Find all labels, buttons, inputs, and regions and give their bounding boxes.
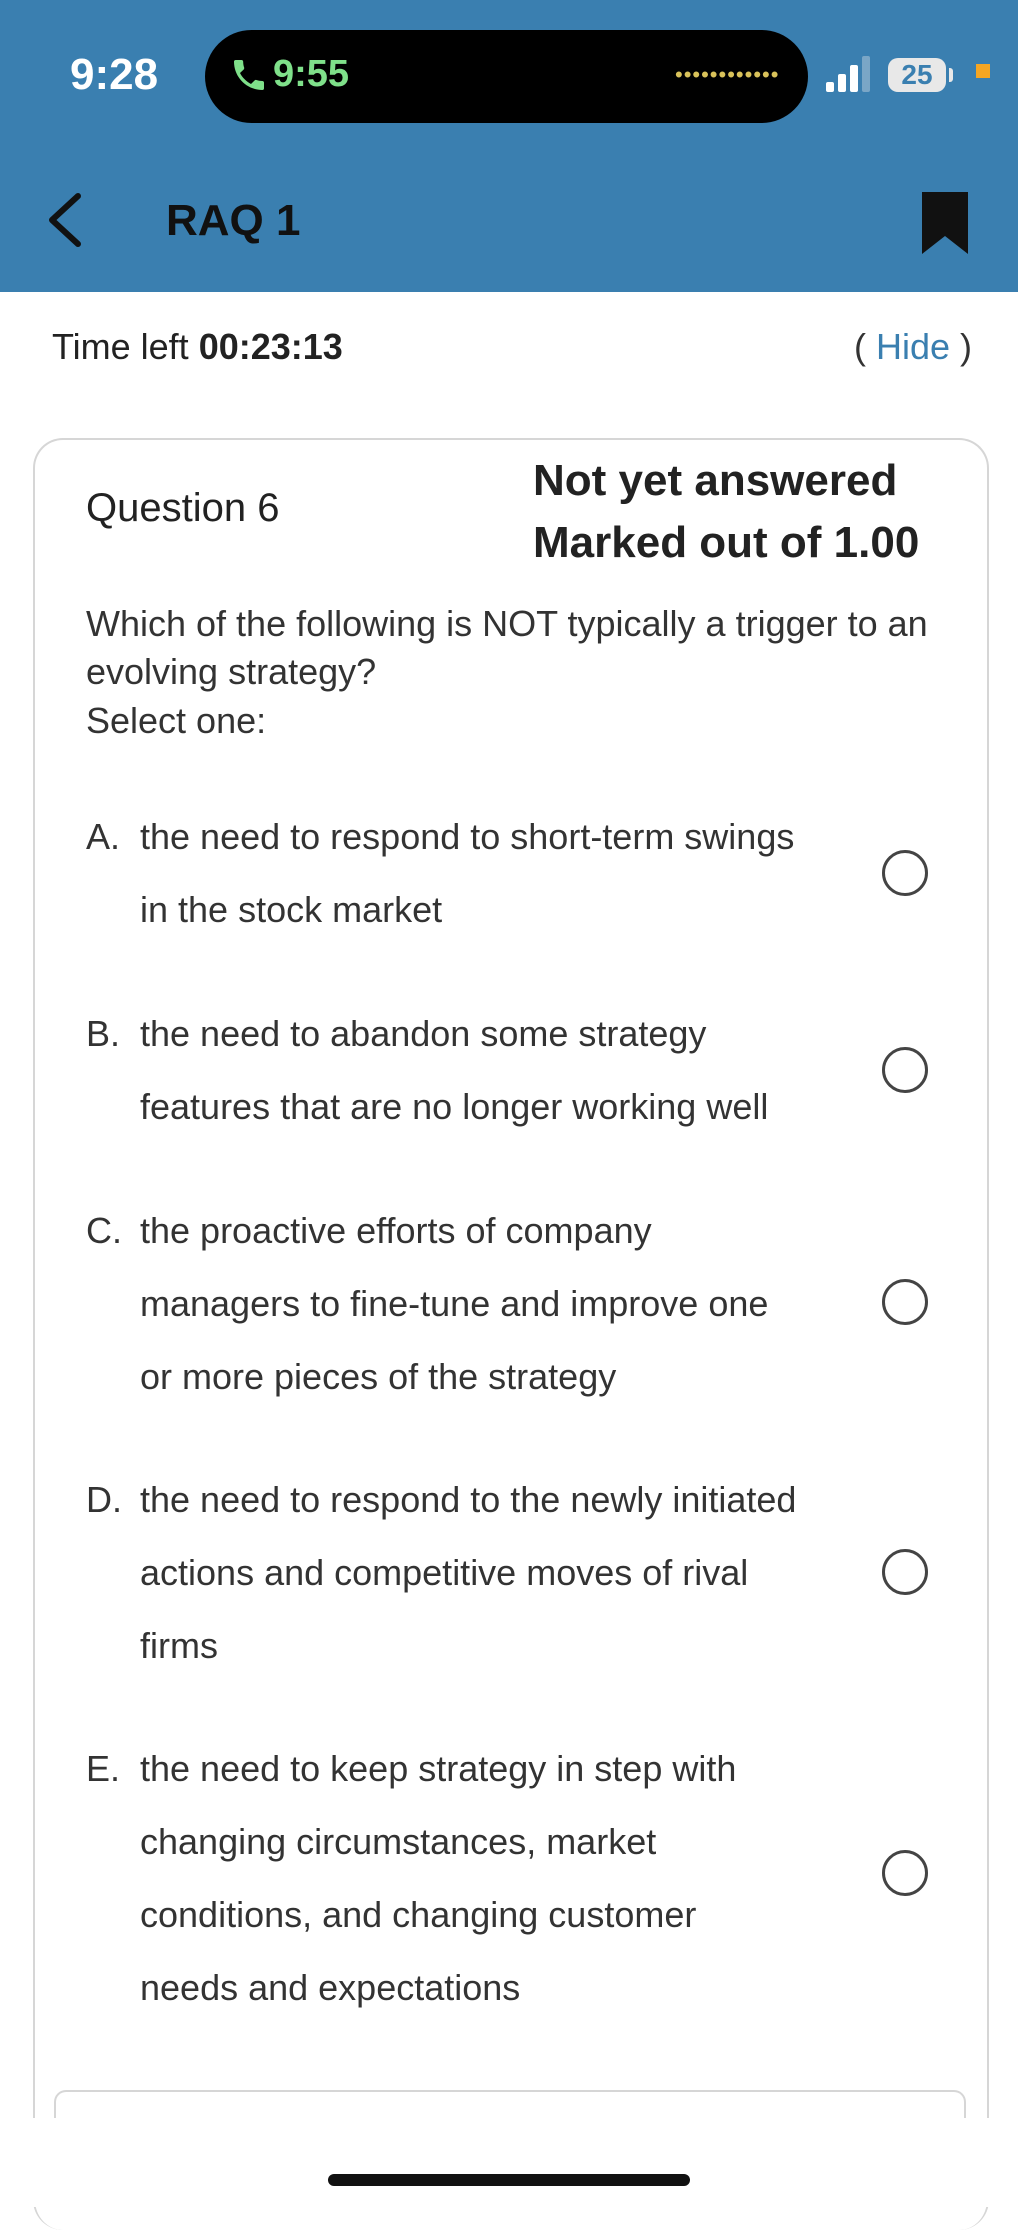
- option-letter: A.: [86, 816, 121, 857]
- dynamic-island-call[interactable]: 9:55 ••••••••••••: [205, 30, 808, 123]
- hide-paren-open: (: [853, 326, 876, 367]
- option-letter: C.: [86, 1210, 122, 1251]
- status-clock: 9:28: [70, 50, 159, 99]
- question-number: Question 6: [86, 486, 280, 530]
- hide-paren-close: ): [950, 326, 972, 367]
- bottom-safe-area: [0, 2118, 1018, 2207]
- battery-tip: [949, 68, 953, 82]
- time-left-value: 00:23:13: [198, 326, 343, 367]
- time-left: Time left 00:23:13: [52, 326, 343, 368]
- audio-waveform-icon: ••••••••••••: [675, 62, 780, 87]
- answer-option-d[interactable]: D. the need to respond to the newly init…: [86, 1463, 966, 1682]
- option-text: the need to respond to the newly initiat…: [140, 1479, 797, 1666]
- option-radio[interactable]: [882, 1549, 928, 1595]
- hide-timer-toggle: ( Hide ): [854, 326, 972, 368]
- cellular-signal-icon: [826, 56, 870, 92]
- time-left-label: Time left: [52, 326, 199, 367]
- hide-link[interactable]: Hide: [876, 326, 950, 367]
- option-letter: D.: [86, 1479, 122, 1520]
- app-header: 9:28 9:55 •••••••••••• 25 RAQ 1: [0, 0, 1018, 292]
- option-text: the need to respond to short-term swings…: [140, 816, 795, 930]
- option-radio[interactable]: [882, 850, 928, 896]
- timer-row: Time left 00:23:13 ( Hide ): [52, 326, 972, 376]
- answer-option-b[interactable]: B. the need to abandon some strategy fea…: [86, 997, 966, 1143]
- answer-status: Not yet answered: [533, 456, 898, 505]
- answer-option-a[interactable]: A. the need to respond to short-term swi…: [86, 800, 966, 946]
- select-one-instruction: Select one:: [86, 700, 267, 741]
- option-letter: E.: [86, 1748, 121, 1789]
- home-indicator[interactable]: [328, 2174, 690, 2186]
- option-text: the need to keep strategy in step with c…: [140, 1748, 737, 2008]
- option-radio[interactable]: [882, 1850, 928, 1896]
- option-text: the need to abandon some strategy featur…: [140, 1013, 769, 1127]
- question-status: Not yet answered Marked out of 1.00: [533, 450, 919, 574]
- mic-in-use-indicator: [976, 64, 990, 78]
- battery-icon: 25: [888, 58, 946, 92]
- question-text: Which of the following is NOT typically …: [86, 603, 928, 692]
- option-radio[interactable]: [882, 1047, 928, 1093]
- option-letter: B.: [86, 1013, 121, 1054]
- page-title: RAQ 1: [166, 196, 301, 245]
- answer-option-e[interactable]: E. the need to keep strategy in step wit…: [86, 1732, 966, 2024]
- marks-info: Marked out of 1.00: [533, 518, 920, 567]
- back-chevron-icon[interactable]: [42, 190, 92, 250]
- phone-icon: [234, 60, 264, 90]
- answer-option-c[interactable]: C. the proactive efforts of company mana…: [86, 1194, 966, 1413]
- option-radio[interactable]: [882, 1279, 928, 1325]
- option-text: the proactive efforts of company manager…: [140, 1210, 769, 1397]
- call-duration: 9:55: [273, 53, 350, 95]
- bookmark-icon[interactable]: [920, 190, 970, 256]
